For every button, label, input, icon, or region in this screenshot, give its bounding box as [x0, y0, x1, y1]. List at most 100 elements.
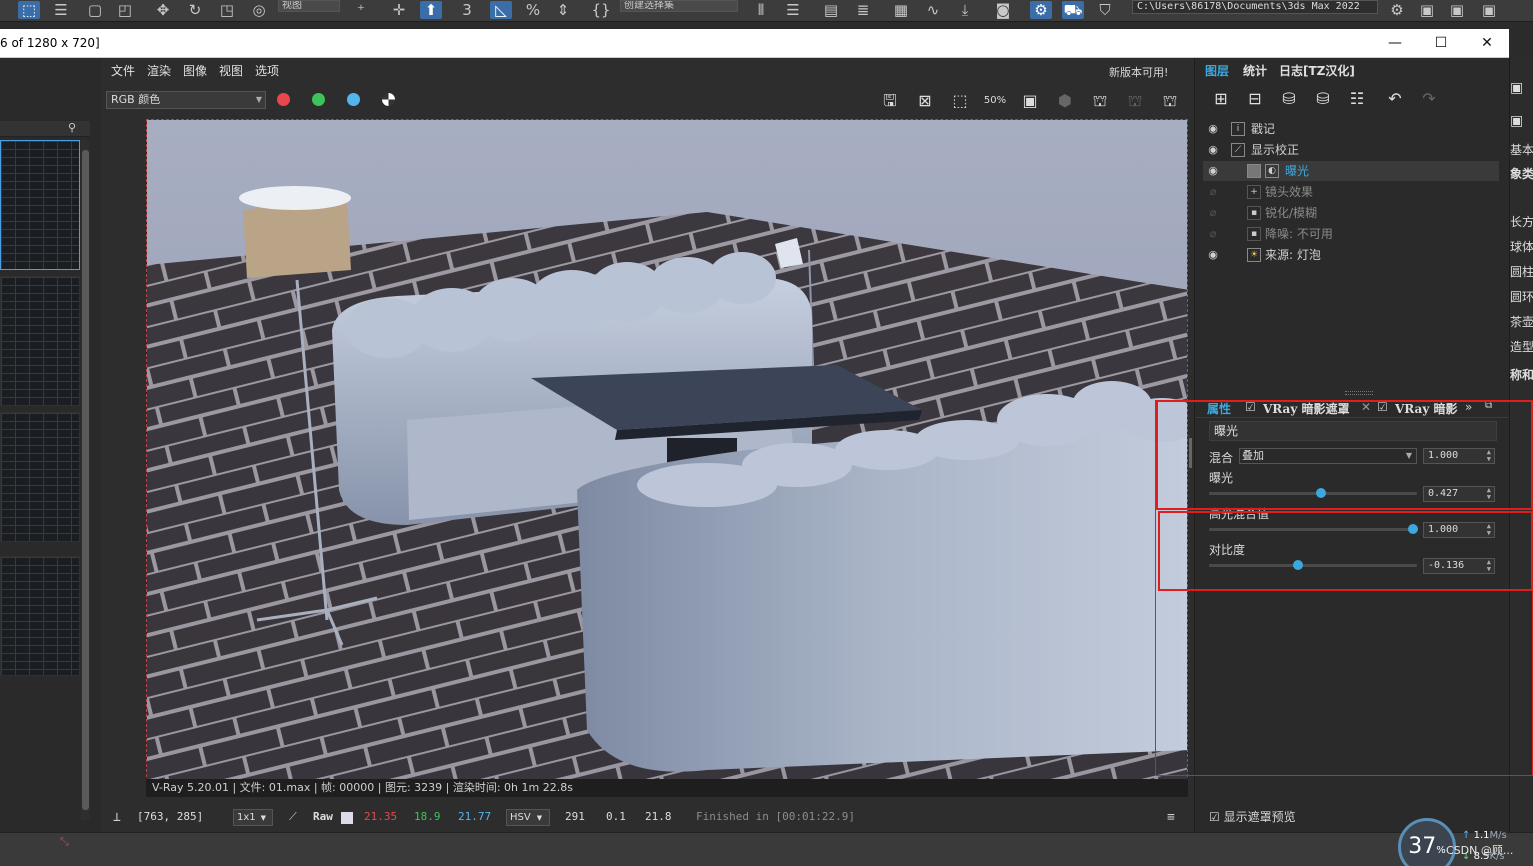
layer-row[interactable]: ◉ ☀ 来源: 灯泡	[1203, 245, 1499, 265]
eye-off-icon[interactable]: ⌀	[1205, 182, 1221, 202]
zoom-combo[interactable]: 1x1 ▼	[233, 809, 273, 826]
project-folder-icon[interactable]: ⚙	[1386, 1, 1408, 19]
eye-off-icon[interactable]: ⌀	[1205, 224, 1221, 244]
menu-options[interactable]: 选项	[255, 62, 279, 79]
menu-image[interactable]: 图像	[183, 62, 207, 79]
command-panel-item[interactable]: 基本	[1510, 141, 1533, 158]
layer-row-selected[interactable]: ◉ ◐ 曝光	[1203, 161, 1499, 181]
color-mode-combo[interactable]: HSV ▼	[506, 809, 550, 826]
layer-row[interactable]: ⌀ ▪ 降噪: 不可用	[1203, 224, 1499, 244]
minimize-button[interactable]: —	[1372, 29, 1418, 58]
test-resolution-icon[interactable]: 50%	[982, 89, 1008, 113]
spinner-snap-icon[interactable]: ⇕	[552, 1, 574, 19]
layer-row[interactable]: ◉ ⟋ 显示校正	[1203, 140, 1499, 160]
move-icon[interactable]: ✥	[152, 1, 174, 19]
align-icon[interactable]: ☰	[782, 1, 804, 19]
command-panel-icon[interactable]: ▣	[1510, 113, 1533, 129]
eye-icon[interactable]: ◉	[1205, 119, 1221, 139]
render-viewport[interactable]	[146, 119, 1188, 797]
ribbon-icon[interactable]: ▦	[890, 1, 912, 19]
layer-row[interactable]: ⌀ ▪ 锐化/模糊	[1203, 203, 1499, 223]
curve-editor-icon[interactable]: ∿	[922, 1, 944, 19]
add-layer-icon[interactable]: ⊞	[1209, 88, 1233, 110]
tab-stats[interactable]: 统计	[1243, 62, 1267, 79]
update-notice-link[interactable]: 新版本可用!	[1109, 64, 1168, 80]
snap-toggle-icon[interactable]: 3	[456, 1, 478, 19]
command-panel-item[interactable]: 称和	[1510, 366, 1533, 383]
command-panel-item[interactable]: 圆环	[1510, 288, 1533, 305]
named-selection-combo[interactable]: 创建选择集	[620, 0, 738, 12]
scene-explorer-icon[interactable]: ▤	[820, 1, 842, 19]
load-layers-icon[interactable]: ⛁	[1311, 88, 1335, 110]
command-panel-item[interactable]: 球体	[1510, 238, 1533, 255]
region-render-icon[interactable]: ⬚	[947, 89, 973, 113]
panel-splitter[interactable]	[1345, 391, 1373, 395]
render-channel-combo[interactable]: RGB 颜色 ▼	[106, 91, 266, 109]
mirror-icon[interactable]: ⫴	[750, 1, 772, 19]
history-scrollbar[interactable]	[81, 140, 90, 820]
lock-camera-icon[interactable]: ⬢	[1052, 89, 1078, 113]
red-channel-toggle[interactable]	[277, 93, 290, 106]
render-production-icon[interactable]: ⛉	[1094, 1, 1116, 19]
layer-explorer-icon[interactable]: ≣	[852, 1, 874, 19]
tab-log[interactable]: 日志[TZ汉化]	[1279, 62, 1355, 79]
interactive-render-icon[interactable]: ⛫	[1087, 89, 1113, 113]
color-picker-icon[interactable]: ⟋	[289, 810, 297, 824]
menu-view[interactable]: 视图	[219, 62, 243, 79]
save-image-icon[interactable]: 🖫	[877, 89, 903, 113]
command-panel-item[interactable]: 造型	[1510, 338, 1533, 355]
history-toggle-icon[interactable]: ≡	[1167, 810, 1175, 825]
close-button[interactable]: ✕	[1464, 29, 1510, 58]
menu-file[interactable]: 文件	[111, 62, 135, 79]
command-panel-item[interactable]: 长方	[1510, 213, 1533, 230]
select-icon[interactable]: ⬚	[18, 1, 40, 19]
command-panel-item[interactable]: 茶壶	[1510, 313, 1533, 330]
select-manipulate-icon[interactable]: ✛	[388, 1, 410, 19]
history-thumbnail[interactable]	[0, 412, 80, 542]
rotate-icon[interactable]: ↻	[184, 1, 206, 19]
pivot-icon[interactable]: ⁺	[350, 1, 372, 19]
menu-render[interactable]: 渲染	[147, 62, 171, 79]
undo-icon[interactable]: ↶	[1383, 88, 1407, 110]
redo-icon[interactable]: ↷	[1417, 88, 1441, 110]
search-icon[interactable]: ⚲	[68, 121, 76, 134]
tab-layers[interactable]: 图层	[1205, 62, 1229, 79]
history-thumbnail[interactable]	[0, 140, 80, 270]
command-panel-item[interactable]: 圆柱	[1510, 263, 1533, 280]
save-project-icon[interactable]: ▣	[1446, 1, 1468, 19]
save-layers-icon[interactable]: ⛁	[1277, 88, 1301, 110]
rect-select-icon[interactable]: ▢	[84, 1, 106, 19]
reference-coord-combo[interactable]: 视图	[278, 0, 340, 12]
select-by-name-icon[interactable]: ☰	[50, 1, 72, 19]
layer-list-icon[interactable]: ☷	[1345, 88, 1369, 110]
eye-icon[interactable]: ◉	[1205, 245, 1221, 265]
delete-layer-icon[interactable]: ⊟	[1243, 88, 1267, 110]
render-teapot-icon[interactable]: ⛫	[1157, 89, 1183, 113]
blue-channel-toggle[interactable]	[347, 93, 360, 106]
project-settings-icon[interactable]: ▣	[1478, 1, 1500, 19]
scale-icon[interactable]: ◳	[216, 1, 238, 19]
eye-off-icon[interactable]: ⌀	[1205, 203, 1221, 223]
green-channel-toggle[interactable]	[312, 93, 325, 106]
material-editor-icon[interactable]: ◙	[992, 1, 1014, 19]
history-thumbnail[interactable]	[0, 276, 80, 406]
history-search-bar[interactable]: ⚲	[0, 121, 90, 137]
eye-icon[interactable]: ◉	[1205, 161, 1221, 181]
command-panel-item[interactable]: 象类	[1510, 165, 1533, 182]
window-crossing-icon[interactable]: ◰	[114, 1, 136, 19]
keyboard-shortcut-icon[interactable]: ⬆	[420, 1, 442, 19]
percent-snap-icon[interactable]: %	[522, 1, 544, 19]
angle-snap-icon[interactable]: ◺	[490, 1, 512, 19]
clear-image-icon[interactable]: ⊠	[912, 89, 938, 113]
rendered-frame-icon[interactable]: ⛟	[1062, 1, 1084, 19]
maximize-button[interactable]: ☐	[1418, 29, 1464, 58]
command-panel-icon[interactable]: ▣	[1510, 80, 1533, 96]
layer-row[interactable]: ◉ i 戳记	[1203, 119, 1499, 139]
track-mouse-icon[interactable]: ▣	[1017, 89, 1043, 113]
layer-row[interactable]: ⌀ + 镜头效果	[1203, 182, 1499, 202]
placement-icon[interactable]: ◎	[248, 1, 270, 19]
named-selection-icon[interactable]: {}	[590, 1, 612, 19]
history-thumbnail[interactable]	[0, 556, 80, 676]
project-path-combo[interactable]: C:\Users\86178\Documents\3ds Max 2022	[1132, 0, 1378, 14]
render-setup-icon[interactable]: ⚙	[1030, 1, 1052, 19]
